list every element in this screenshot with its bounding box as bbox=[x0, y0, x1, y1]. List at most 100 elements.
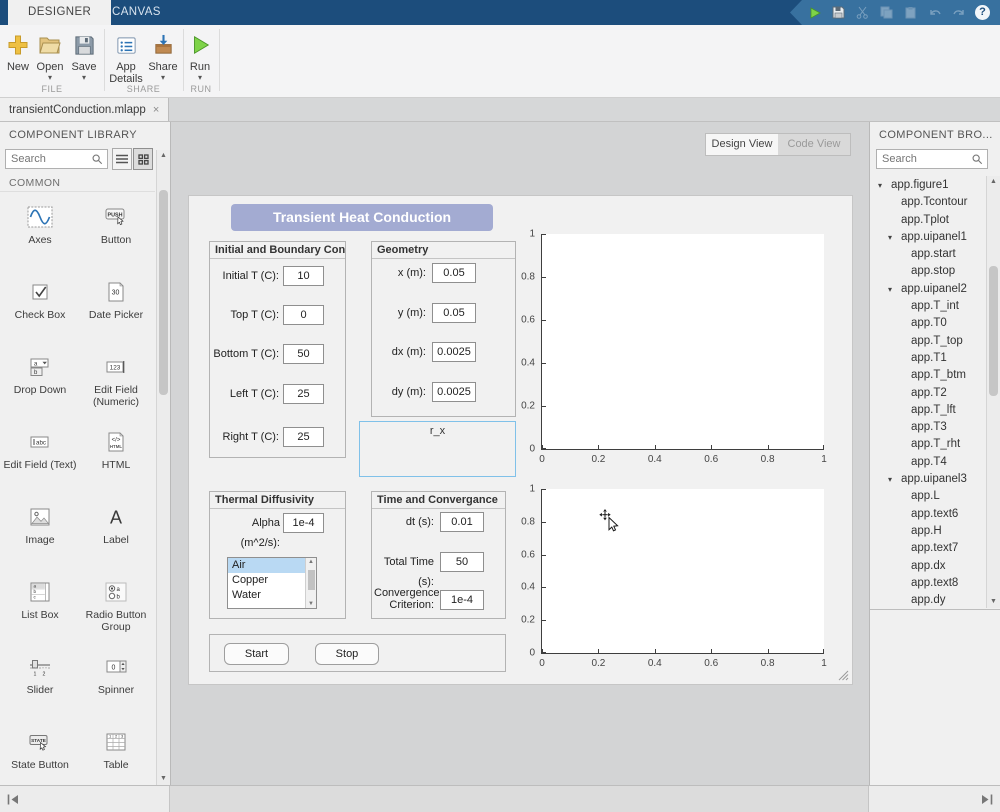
listbox-item-water[interactable]: Water bbox=[228, 588, 305, 603]
run-icon[interactable] bbox=[807, 5, 822, 20]
library-item-table[interactable]: 123 Table bbox=[78, 721, 154, 785]
stop-button[interactable]: Stop bbox=[315, 643, 379, 665]
scrollbar-thumb[interactable] bbox=[159, 190, 168, 395]
edit-field-dx[interactable]: 0.0025 bbox=[432, 342, 476, 362]
tree-item-uipanel3[interactable]: ▾app.uipanel3 bbox=[870, 471, 1000, 488]
tree-item-uipanel1[interactable]: ▾app.uipanel1 bbox=[870, 229, 1000, 246]
edit-field-x[interactable]: 0.05 bbox=[432, 263, 476, 283]
scroll-down-icon[interactable]: ▼ bbox=[306, 601, 316, 607]
library-item-dropdown[interactable]: ab Drop Down bbox=[2, 346, 78, 421]
app-details-button[interactable]: App Details bbox=[106, 31, 146, 85]
library-item-checkbox[interactable]: Check Box bbox=[2, 271, 78, 346]
chevron-down-icon[interactable]: ▾ bbox=[888, 229, 892, 246]
edit-field-dt[interactable]: 0.01 bbox=[440, 512, 484, 532]
library-item-button[interactable]: PUSH Button bbox=[78, 196, 154, 271]
new-button[interactable]: New bbox=[2, 31, 34, 73]
library-item-datepicker[interactable]: 30 Date Picker bbox=[78, 271, 154, 346]
edit-field-top-t[interactable]: 0 bbox=[283, 305, 324, 325]
edit-field-y[interactable]: 0.05 bbox=[432, 303, 476, 323]
panel-boundary-conditions[interactable]: Initial and Boundary Conditions Initial … bbox=[209, 241, 346, 458]
tree-item-t-int[interactable]: app.T_int bbox=[870, 298, 1000, 315]
tree-item-t-top[interactable]: app.T_top bbox=[870, 333, 1000, 350]
open-button[interactable]: Open ▾ bbox=[34, 31, 66, 82]
tree-item-figure1[interactable]: ▾app.figure1 bbox=[870, 177, 1000, 194]
collapse-left-icon[interactable] bbox=[6, 794, 19, 805]
edit-field-initial-t[interactable]: 10 bbox=[283, 266, 324, 286]
library-item-image[interactable]: Image bbox=[2, 496, 78, 571]
library-item-listbox[interactable]: abc List Box bbox=[2, 571, 78, 646]
library-search-input[interactable] bbox=[6, 153, 91, 165]
browser-scrollbar[interactable]: ▲ ▼ bbox=[986, 176, 1000, 608]
list-view-button[interactable] bbox=[112, 148, 132, 170]
tree-item-tplot[interactable]: app.Tplot bbox=[870, 212, 1000, 229]
tree-item-stop[interactable]: app.stop bbox=[870, 263, 1000, 280]
tree-item-text8[interactable]: app.text8 bbox=[870, 575, 1000, 592]
app-title-label[interactable]: Transient Heat Conduction bbox=[231, 204, 493, 231]
scroll-down-icon[interactable]: ▼ bbox=[157, 773, 170, 785]
tree-item-uipanel2[interactable]: ▾app.uipanel2 bbox=[870, 281, 1000, 298]
library-item-editfield-numeric[interactable]: 123 Edit Field (Numeric) bbox=[78, 346, 154, 421]
code-view-tab[interactable]: Code View bbox=[778, 134, 850, 155]
library-item-axes[interactable]: Axes bbox=[2, 196, 78, 271]
panel-time-convergence[interactable]: Time and Convergance dt (s): 0.01 Total … bbox=[371, 491, 506, 619]
axes-tplot[interactable]: 1 0.8 0.6 0.4 0.2 0 0 0.2 0.4 0.6 0.8 1 bbox=[541, 489, 824, 654]
tree-item-t4[interactable]: app.T4 bbox=[870, 454, 1000, 471]
edit-field-left-t[interactable]: 25 bbox=[283, 384, 324, 404]
help-icon[interactable]: ? bbox=[975, 5, 990, 20]
tree-item-text6[interactable]: app.text6 bbox=[870, 506, 1000, 523]
design-canvas[interactable]: Design View Code View Transient Heat Con… bbox=[171, 122, 869, 785]
library-scrollbar[interactable]: ▲ ▼ bbox=[156, 150, 170, 785]
tree-item-t2[interactable]: app.T2 bbox=[870, 385, 1000, 402]
scroll-up-icon[interactable]: ▲ bbox=[987, 176, 1000, 188]
tree-item-tcontour[interactable]: app.Tcontour bbox=[870, 194, 1000, 211]
tab-canvas[interactable]: CANVAS bbox=[92, 0, 181, 25]
edit-field-alpha[interactable]: 1e-4 bbox=[283, 513, 324, 533]
axes-tcontour[interactable]: 1 0.8 0.6 0.4 0.2 0 0 0.2 0.4 0.6 0.8 1 bbox=[541, 234, 824, 450]
scrollbar-thumb[interactable] bbox=[989, 266, 998, 396]
listbox-item-air[interactable]: Air bbox=[228, 558, 305, 573]
tree-item-start[interactable]: app.start bbox=[870, 246, 1000, 263]
selected-label-rx[interactable]: r_x bbox=[359, 421, 516, 477]
chevron-down-icon[interactable]: ▾ bbox=[888, 471, 892, 488]
scroll-down-icon[interactable]: ▼ bbox=[987, 596, 1000, 608]
tree-item-t0[interactable]: app.T0 bbox=[870, 315, 1000, 332]
start-button[interactable]: Start bbox=[224, 643, 289, 665]
save-button[interactable]: Save ▾ bbox=[68, 31, 100, 82]
collapse-right-icon[interactable] bbox=[981, 794, 994, 805]
run-button[interactable]: Run ▾ bbox=[185, 31, 215, 82]
resize-handle[interactable] bbox=[838, 670, 849, 681]
library-item-spinner[interactable]: 0 Spinner bbox=[78, 646, 154, 721]
library-collapse-bar[interactable] bbox=[0, 786, 170, 812]
tree-item-t-rht[interactable]: app.T_rht bbox=[870, 436, 1000, 453]
material-listbox[interactable]: Air Copper Water ▲ ▼ bbox=[227, 557, 317, 609]
edit-field-dy[interactable]: 0.0025 bbox=[432, 382, 476, 402]
tree-item-l[interactable]: app.L bbox=[870, 488, 1000, 505]
library-item-statebutton[interactable]: STATE State Button bbox=[2, 721, 78, 785]
browser-collapse-bar[interactable] bbox=[868, 786, 1000, 812]
document-tab[interactable]: transientConduction.mlapp × bbox=[0, 98, 169, 121]
library-item-radiogroup[interactable]: ab Radio Button Group bbox=[78, 571, 154, 646]
scroll-up-icon[interactable]: ▲ bbox=[157, 150, 170, 162]
tree-item-t-lft[interactable]: app.T_lft bbox=[870, 402, 1000, 419]
library-item-html[interactable]: </>HTML HTML bbox=[78, 421, 154, 496]
listbox-item-copper[interactable]: Copper bbox=[228, 573, 305, 588]
tree-item-h[interactable]: app.H bbox=[870, 523, 1000, 540]
scroll-up-icon[interactable]: ▲ bbox=[306, 559, 316, 565]
browser-search[interactable] bbox=[876, 149, 988, 169]
panel-thermal-diffusivity[interactable]: Thermal Diffusivity Alpha (m^2/s): 1e-4 … bbox=[209, 491, 346, 619]
panel-run-controls[interactable]: Start Stop bbox=[209, 634, 506, 672]
chevron-down-icon[interactable]: ▾ bbox=[878, 177, 882, 194]
grid-view-button[interactable] bbox=[133, 148, 153, 170]
chevron-down-icon[interactable]: ▾ bbox=[888, 281, 892, 298]
tree-item-dy[interactable]: app.dy bbox=[870, 592, 1000, 609]
panel-geometry[interactable]: Geometry x (m): 0.05 y (m): 0.05 dx (m):… bbox=[371, 241, 516, 417]
share-button[interactable]: Share ▾ bbox=[146, 31, 180, 82]
edit-field-right-t[interactable]: 25 bbox=[283, 427, 324, 447]
edit-field-convergence[interactable]: 1e-4 bbox=[440, 590, 484, 610]
library-search[interactable] bbox=[5, 149, 108, 169]
save-icon[interactable] bbox=[831, 5, 846, 20]
browser-search-input[interactable] bbox=[877, 153, 971, 165]
scrollbar-thumb[interactable] bbox=[308, 570, 315, 590]
library-item-editfield-text[interactable]: abc Edit Field (Text) bbox=[2, 421, 78, 496]
tree-item-t1[interactable]: app.T1 bbox=[870, 350, 1000, 367]
